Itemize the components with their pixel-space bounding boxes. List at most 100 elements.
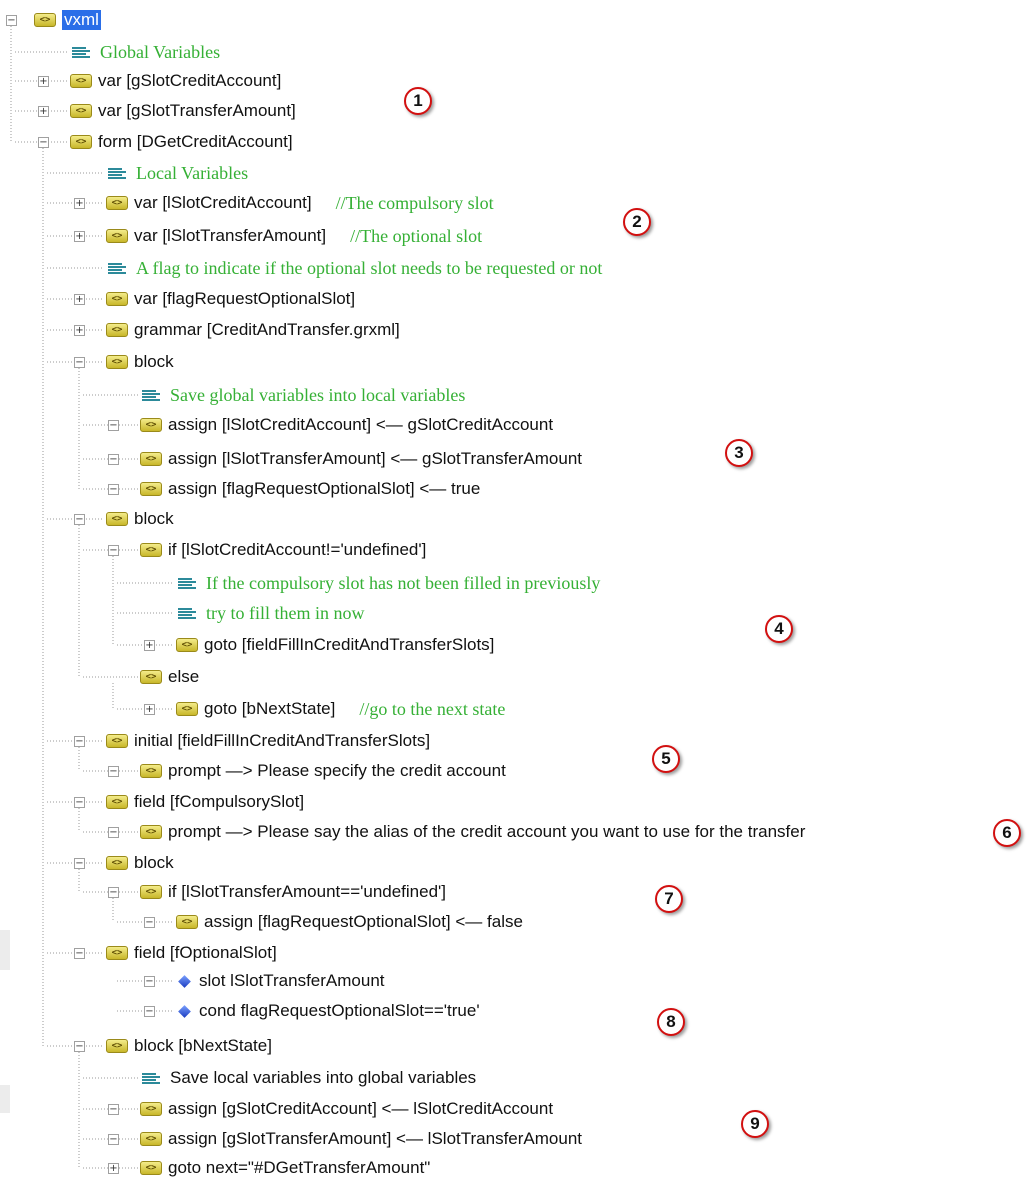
tree-node[interactable]: <> var [lSlotCreditAccount] //The compulso…	[106, 191, 494, 215]
tree-node[interactable]: <> prompt —> Please specify the credit ac…	[140, 759, 506, 783]
collapse-icon[interactable]: −	[74, 736, 85, 747]
tree-node[interactable]: <> prompt —> Please say the alias of the …	[140, 820, 805, 844]
tree-node[interactable]: <> block	[106, 851, 174, 875]
tree-node[interactable]: <> var [flagRequestOptionalSlot]	[106, 287, 355, 311]
collapse-icon[interactable]: −	[108, 454, 119, 465]
tree-node-label: field [fOptionalSlot]	[134, 943, 277, 962]
tree-node[interactable]: <> grammar [CreditAndTransfer.grxml]	[106, 318, 400, 342]
tree-node[interactable]: <> assign [gSlotTransferAmount] <— lSlotT…	[140, 1127, 582, 1151]
tree-node[interactable]: <> initial [fieldFillInCreditAndTransferS…	[106, 729, 430, 753]
collapse-icon[interactable]: −	[38, 137, 49, 148]
tree-node-label: slot lSlotTransferAmount	[199, 971, 385, 990]
tree-node[interactable]: <> assign [lSlotTransferAmount] <— gSlotT…	[140, 447, 582, 471]
tree-node[interactable]: <> assign [flagRequestOptionalSlot] <— fa…	[176, 910, 523, 934]
callout-4: 4	[765, 615, 793, 643]
tree-node[interactable]: Global Variables	[70, 40, 220, 64]
tree-node[interactable]: slot lSlotTransferAmount	[176, 969, 385, 993]
tree-node[interactable]: <> if [lSlotCreditAccount!='undefined']	[140, 538, 426, 562]
tree-node[interactable]: <> var [gSlotTransferAmount]	[70, 99, 296, 123]
xml-tag-icon: <>	[106, 292, 128, 306]
xml-tag-icon: <>	[140, 825, 162, 839]
tree-node-label: var [gSlotTransferAmount]	[98, 101, 296, 120]
comment-lines-icon	[176, 606, 198, 620]
tree-node[interactable]: <> if [lSlotTransferAmount=='undefined']	[140, 880, 446, 904]
tree-node[interactable]: Save local variables into global variabl…	[140, 1066, 476, 1090]
tree-node-label: else	[168, 667, 200, 686]
tree-node[interactable]: <> assign [lSlotCreditAccount] <— gSlotCr…	[140, 413, 553, 437]
collapse-icon[interactable]: −	[108, 545, 119, 556]
collapse-icon[interactable]: −	[108, 766, 119, 777]
tree-node[interactable]: Local Variables	[106, 161, 248, 185]
xml-tag-icon: <>	[106, 946, 128, 960]
collapse-icon[interactable]: −	[74, 858, 85, 869]
xml-tag-icon: <>	[140, 885, 162, 899]
xml-tag-icon: <>	[140, 1102, 162, 1116]
collapse-icon[interactable]: −	[108, 827, 119, 838]
tree-node[interactable]: <> field [fCompulsorySlot]	[106, 790, 304, 814]
expand-icon[interactable]: +	[74, 198, 85, 209]
xml-tag-icon: <>	[140, 764, 162, 778]
collapse-icon[interactable]: −	[108, 887, 119, 898]
blue-diamond-icon	[178, 974, 191, 988]
collapse-icon[interactable]: −	[108, 1134, 119, 1145]
tree-node[interactable]: <> block	[106, 350, 174, 374]
collapse-icon[interactable]: −	[74, 514, 85, 525]
expand-icon[interactable]: +	[74, 231, 85, 242]
tree-node[interactable]: Save global variables into local variabl…	[140, 383, 465, 407]
collapse-icon[interactable]: −	[144, 976, 155, 987]
collapse-icon[interactable]: −	[108, 420, 119, 431]
collapse-icon[interactable]: −	[144, 1006, 155, 1017]
callout-9: 9	[741, 1110, 769, 1138]
tree-node-label: grammar [CreditAndTransfer.grxml]	[134, 320, 400, 339]
expand-icon[interactable]: +	[74, 294, 85, 305]
callout-3: 3	[725, 439, 753, 467]
inline-comment: //The compulsory slot	[335, 192, 494, 213]
expand-icon[interactable]: +	[38, 76, 49, 87]
tree-node[interactable]: <> form [DGetCreditAccount]	[70, 130, 293, 154]
tree-comment-text: try to fill them in now	[206, 602, 365, 623]
collapse-icon[interactable]: −	[74, 357, 85, 368]
collapse-icon[interactable]: −	[144, 917, 155, 928]
xml-tag-icon: <>	[106, 734, 128, 748]
xml-tag-icon: <>	[140, 452, 162, 466]
collapse-icon[interactable]: −	[74, 1041, 85, 1052]
collapse-icon[interactable]: −	[108, 484, 119, 495]
collapse-icon[interactable]: −	[6, 15, 17, 26]
tree-node[interactable]: <> block	[106, 507, 174, 531]
tree-node-label: assign [lSlotCreditAccount] <— gSlotCred…	[168, 415, 554, 434]
xml-tag-icon: <>	[106, 856, 128, 870]
expand-icon[interactable]: +	[144, 704, 155, 715]
expand-icon[interactable]: +	[74, 325, 85, 336]
tree-node[interactable]: <> goto next="#DGetTransferAmount"	[140, 1156, 430, 1180]
tree-node[interactable]: <> goto [fieldFillInCreditAndTransferSlot…	[176, 633, 494, 657]
tree-node[interactable]: If the compulsory slot has not been fill…	[176, 571, 600, 595]
callout-5: 5	[652, 745, 680, 773]
tree-node[interactable]: <> var [gSlotCreditAccount]	[70, 69, 281, 93]
tree-node[interactable]: try to fill them in now	[176, 601, 364, 625]
xml-tag-icon: <>	[176, 915, 198, 929]
xml-tag-icon: <>	[176, 638, 198, 652]
collapse-icon[interactable]: −	[108, 1104, 119, 1115]
tree-node[interactable]: cond flagRequestOptionalSlot=='true'	[176, 999, 480, 1023]
tree-node[interactable]: <> field [fOptionalSlot]	[106, 941, 277, 965]
xml-tag-icon: <>	[140, 543, 162, 557]
comment-lines-icon	[176, 576, 198, 590]
inline-comment: //The optional slot	[350, 225, 483, 246]
tree-comment-text: If the compulsory slot has not been fill…	[206, 572, 601, 593]
tree-node-label: field [fCompulsorySlot]	[134, 792, 305, 811]
collapse-icon[interactable]: −	[74, 797, 85, 808]
xml-tag-icon: <>	[176, 702, 198, 716]
expand-icon[interactable]: +	[108, 1163, 119, 1174]
tree-node[interactable]: <> assign [gSlotCreditAccount] <— lSlotCr…	[140, 1097, 553, 1121]
collapse-icon[interactable]: −	[74, 948, 85, 959]
tree-node[interactable]: <> block [bNextState]	[106, 1034, 272, 1058]
tree-node[interactable]: <> else	[140, 665, 199, 689]
expand-icon[interactable]: +	[144, 640, 155, 651]
tree-node[interactable]: <> assign [flagRequestOptionalSlot] <— tr…	[140, 477, 480, 501]
tree-node[interactable]: <> vxml	[34, 8, 101, 32]
tree-node[interactable]: <> var [lSlotTransferAmount] //The optiona…	[106, 224, 482, 248]
tree-node[interactable]: A flag to indicate if the optional slot …	[106, 256, 602, 280]
comment-lines-icon	[140, 388, 162, 402]
tree-node[interactable]: <> goto [bNextState] //go to the next stat…	[176, 697, 505, 721]
expand-icon[interactable]: +	[38, 106, 49, 117]
